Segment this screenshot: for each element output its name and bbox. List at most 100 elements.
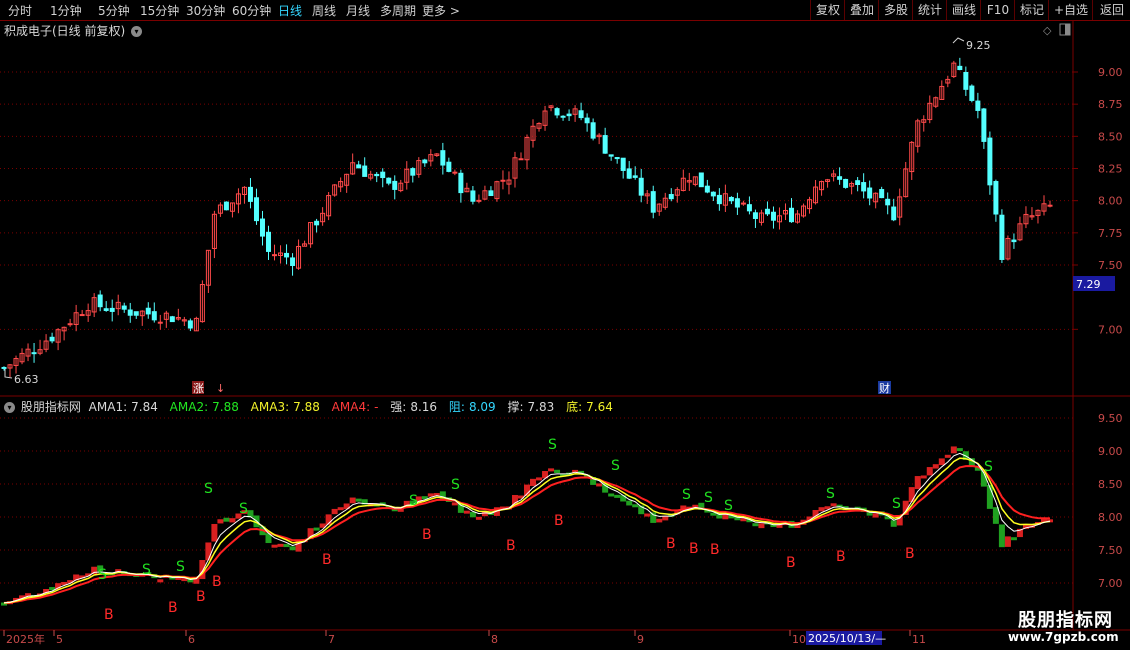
candle-body (284, 252, 290, 258)
buy-signal: B (104, 607, 114, 623)
diamond-icon[interactable]: ◇ (1043, 24, 1052, 37)
price-tick-label: 8.75 (1098, 98, 1123, 111)
buy-signal: B (168, 600, 178, 616)
candle-body (620, 157, 626, 171)
candle-body (266, 231, 272, 252)
window-icon-fill (1065, 24, 1070, 35)
event-finance-label[interactable]: 财 (879, 381, 890, 395)
current-price-tag: 7.29 (1076, 278, 1101, 291)
event-up-label[interactable]: 涨 (193, 382, 204, 395)
sell-signal: S (409, 493, 418, 509)
price-tick-label: 8.50 (1098, 130, 1123, 143)
candle-body (169, 316, 175, 323)
candle-body (446, 161, 452, 172)
indicator-tick-label: 8.50 (1098, 478, 1123, 491)
candle-body (109, 307, 115, 312)
candle-body (133, 311, 139, 316)
candle-body (837, 176, 843, 180)
high-label: 9.25 (966, 39, 991, 52)
candle-body (560, 115, 566, 118)
high-marker (952, 37, 965, 44)
sell-signal: S (682, 487, 691, 503)
candle-body (518, 158, 524, 161)
candle-body (127, 309, 133, 316)
ama3-value: 7.88 (293, 400, 320, 414)
candle-body (891, 206, 897, 221)
ama3-label: AMA3: (250, 400, 290, 414)
indicator-block (427, 493, 434, 497)
indicator-block (626, 500, 633, 506)
candle-body (704, 185, 710, 193)
time-label: 6 (188, 633, 195, 646)
candle-body (386, 177, 392, 184)
time-axis: 2025年 5 6 7 8 9 10 11 (3, 630, 926, 646)
buy-signal: B (196, 589, 206, 605)
indicator-block (938, 458, 945, 466)
sell-signal: S (98, 567, 107, 583)
sell-signal: S (176, 559, 185, 575)
ama3-readout: AMA3: 7.88 (251, 400, 324, 414)
sell-signal: S (239, 501, 248, 517)
time-label: 2025年 (6, 632, 45, 646)
candle-body (410, 168, 416, 176)
indicator-block (229, 518, 236, 523)
candle-body (554, 108, 560, 116)
candle-body (698, 172, 704, 188)
candle-body (362, 165, 368, 177)
candle-body (145, 307, 151, 315)
sell-signal: S (142, 562, 151, 578)
indicator-block (475, 516, 482, 520)
price-tick-label: 7.75 (1098, 227, 1123, 240)
time-label: 9 (637, 633, 644, 646)
candle-body (500, 179, 506, 182)
candle-body (151, 311, 157, 321)
candle-body (488, 190, 494, 197)
indicator-tick-label: 8.00 (1098, 511, 1123, 524)
cursor-date: 2025/10/13/— (808, 632, 886, 645)
candle-body (969, 85, 975, 101)
indicator-tick-label: 9.50 (1098, 412, 1123, 425)
sell-signal: S (451, 477, 460, 493)
candle-body (458, 172, 464, 194)
candle-body (452, 171, 458, 174)
candle-body (440, 150, 446, 166)
indicator-block (890, 520, 897, 527)
sell-signal: S (548, 437, 557, 453)
candle-body (290, 257, 296, 266)
candle-body (614, 157, 620, 160)
candle-body (975, 100, 981, 111)
indicator-block (608, 493, 615, 497)
candle-body (253, 197, 259, 222)
candle-body (121, 305, 127, 310)
candle-body (981, 108, 987, 142)
candle-body (157, 321, 163, 324)
indicator-block (289, 546, 296, 551)
sell-signal: S (892, 496, 901, 512)
ama1-label: AMA1: (88, 400, 128, 414)
candle-body (867, 187, 873, 199)
indicator-block (355, 498, 362, 502)
candle-body (356, 164, 362, 169)
chart-canvas[interactable]: ◇ B BBBBBBBB B BB B BSS S SS SSSSS S SSSS 9.008.75… (0, 0, 1130, 650)
indicator-block (451, 502, 458, 506)
indicator-block (205, 542, 212, 561)
candle-body (272, 254, 278, 257)
time-label: 7 (328, 633, 335, 646)
candle-body (223, 201, 229, 211)
time-label: 11 (912, 633, 926, 646)
candle-body (746, 204, 752, 212)
price-tick-label: 9.00 (1098, 66, 1123, 79)
resist-value: 8.09 (468, 400, 496, 414)
candle-body (470, 190, 476, 202)
candle-body (885, 198, 891, 206)
candle-body (49, 336, 55, 342)
ama1-value: 7.84 (131, 400, 158, 414)
chevron-down-icon[interactable]: ▾ (4, 402, 15, 413)
indicator-block (1010, 537, 1017, 541)
indicator-block (932, 464, 939, 469)
ama4-label: AMA4: (331, 400, 371, 414)
bottom-readout: 底: 7.64 (566, 400, 617, 414)
price-tick-label: 7.50 (1098, 259, 1123, 272)
event-down-label[interactable]: ↓ (216, 382, 225, 395)
candle-body (632, 175, 638, 178)
